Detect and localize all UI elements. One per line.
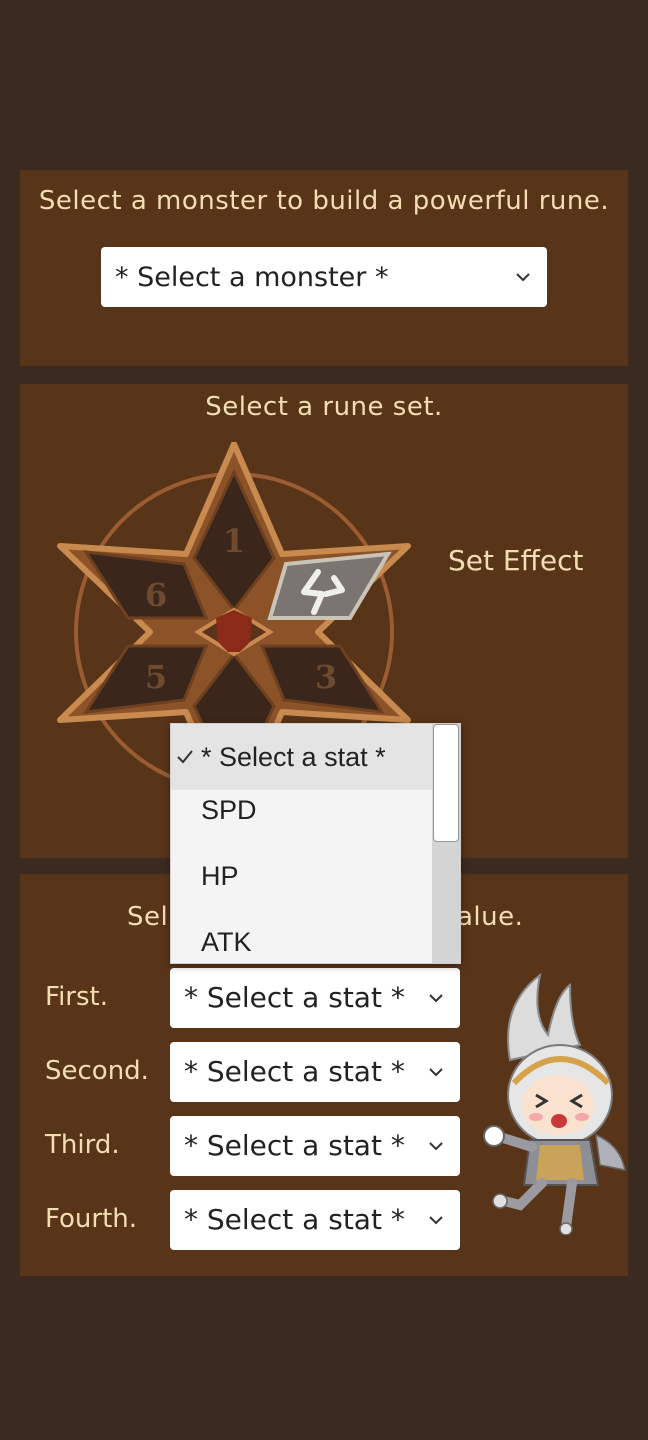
dropdown-option-label: ATK	[201, 926, 252, 957]
stat-select-fourth[interactable]: * Select a stat *	[170, 1190, 460, 1250]
chevron-down-icon	[429, 1068, 443, 1077]
dropdown-option-label: SPD	[201, 794, 257, 825]
slot-number-6: 6	[145, 576, 167, 614]
dropdown-option-atk[interactable]: ATK	[171, 909, 433, 963]
dropdown-option-spd[interactable]: SPD	[171, 777, 433, 843]
slot-number-1: 1	[223, 522, 245, 560]
dropdown-option-label: HP	[201, 860, 239, 891]
monster-panel: Select a monster to build a powerful run…	[20, 170, 628, 366]
stats-heading-left: Sel	[127, 902, 169, 932]
rune-slot-2[interactable]	[267, 551, 392, 620]
rune-set-heading: Select a rune set.	[205, 392, 443, 422]
stat-label-first: First.	[45, 982, 108, 1012]
dropdown-scroll-thumb[interactable]	[433, 724, 459, 842]
mascot-character	[483, 972, 626, 1235]
slot-number-3: 3	[315, 658, 337, 696]
stat-select-first-value: * Select a stat *	[184, 981, 405, 1014]
stat-select-third-value: * Select a stat *	[184, 1129, 405, 1162]
chevron-down-icon	[429, 1142, 443, 1151]
slot-number-5: 5	[145, 658, 167, 696]
stat-label-fourth: Fourth.	[45, 1204, 138, 1234]
monster-heading: Select a monster to build a powerful run…	[38, 186, 610, 216]
check-icon	[177, 750, 193, 764]
dropdown-scrollbar[interactable]	[432, 724, 460, 963]
stat-label-second: Second.	[45, 1056, 149, 1086]
stat-select-second[interactable]: * Select a stat *	[170, 1042, 460, 1102]
monster-select[interactable]: * Select a monster *	[101, 247, 547, 307]
dropdown-option-label: * Select a stat *	[201, 741, 386, 772]
dropdown-option-hp[interactable]: HP	[171, 843, 433, 909]
stat-dropdown-list[interactable]: * Select a stat * SPD HP ATK	[170, 723, 461, 964]
chevron-down-icon	[516, 273, 530, 282]
stat-select-second-value: * Select a stat *	[184, 1055, 405, 1088]
chevron-down-icon	[429, 1216, 443, 1225]
stat-select-first[interactable]: * Select a stat *	[170, 968, 460, 1028]
stat-select-fourth-value: * Select a stat *	[184, 1203, 405, 1236]
stats-heading-right: alue.	[457, 902, 524, 932]
monster-select-value: * Select a monster *	[115, 261, 389, 293]
chevron-down-icon	[429, 994, 443, 1003]
stat-select-third[interactable]: * Select a stat *	[170, 1116, 460, 1176]
stat-label-third: Third.	[45, 1130, 120, 1160]
set-effect-label: Set Effect	[448, 544, 584, 577]
